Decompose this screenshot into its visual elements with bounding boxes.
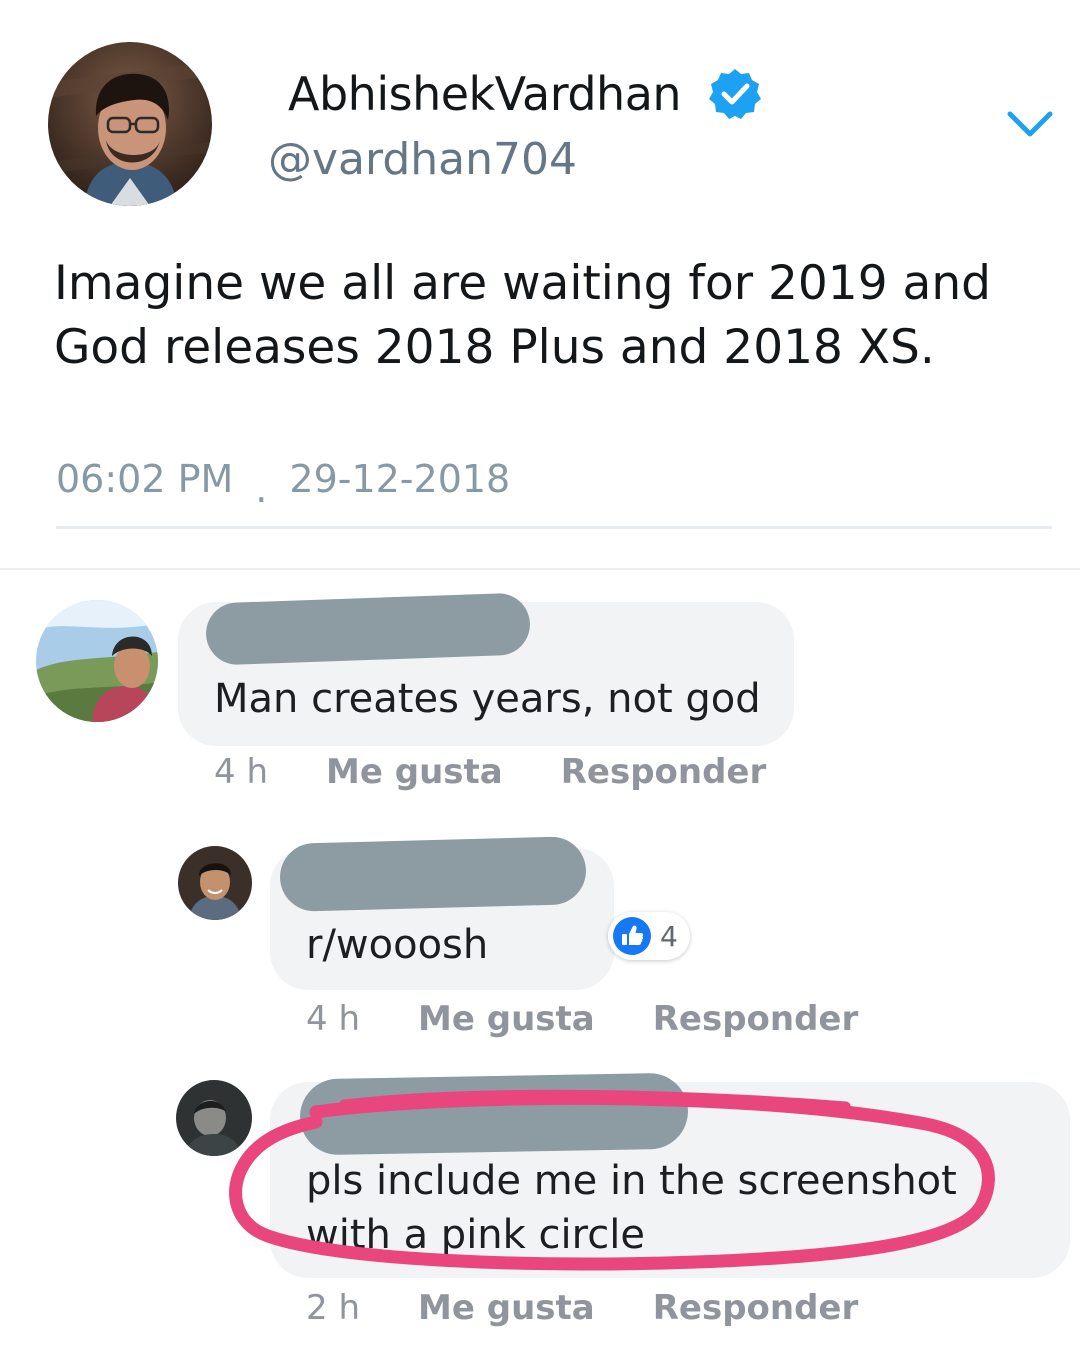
- comment-text: r/wooosh: [306, 922, 489, 968]
- redacted-username: [205, 592, 531, 666]
- divider: [56, 526, 1052, 529]
- thumbs-up-icon: [613, 917, 651, 955]
- commenter-avatar[interactable]: [36, 600, 158, 722]
- comment-time: 4 h: [306, 999, 360, 1039]
- name-row: AbhishekVardhan: [288, 62, 763, 126]
- display-name[interactable]: AbhishekVardhan: [288, 67, 682, 121]
- comment-text-line1: pls include me in the screenshot: [306, 1158, 957, 1204]
- comment-time: 4 h: [214, 752, 268, 792]
- reaction-count: 4: [660, 919, 678, 953]
- reaction-badge[interactable]: 4: [608, 912, 690, 960]
- redacted-username: [279, 836, 587, 912]
- like-button[interactable]: Me gusta: [418, 999, 595, 1039]
- tweet-time: 06:02 PM: [56, 457, 234, 501]
- reply-button[interactable]: Responder: [561, 752, 767, 792]
- tweet-text: Imagine we all are waiting for 2019 and …: [54, 256, 991, 375]
- comment-actions: 4 h Me gusta Responder: [214, 752, 766, 792]
- tweet-card: AbhishekVardhan @vardhan704 Imagine we a…: [0, 0, 1080, 568]
- comment-time: 2 h: [306, 1288, 360, 1328]
- comment-text-line2: with a pink circle: [306, 1212, 645, 1258]
- tweet-timestamp: 06:02 PM . 29-12-2018: [56, 452, 511, 511]
- tweet-date: 29-12-2018: [289, 457, 511, 501]
- separator-dot: .: [255, 467, 268, 511]
- commenter-avatar[interactable]: [176, 1080, 252, 1156]
- comment-text: Man creates years, not god: [214, 676, 761, 722]
- verified-badge-icon: [709, 69, 762, 119]
- like-button[interactable]: Me gusta: [418, 1288, 595, 1328]
- section-separator: [0, 568, 1080, 570]
- redacted-username: [299, 1072, 689, 1156]
- user-handle[interactable]: @vardhan704: [268, 134, 577, 185]
- comment-actions: 4 h Me gusta Responder: [306, 999, 858, 1039]
- profile-avatar[interactable]: [48, 42, 212, 206]
- reply-button[interactable]: Responder: [653, 1288, 859, 1328]
- commenter-avatar[interactable]: [178, 846, 252, 920]
- chevron-down-icon[interactable]: [1004, 104, 1056, 144]
- like-button[interactable]: Me gusta: [326, 752, 503, 792]
- reply-button[interactable]: Responder: [653, 999, 859, 1039]
- comment-actions: 2 h Me gusta Responder: [306, 1288, 858, 1328]
